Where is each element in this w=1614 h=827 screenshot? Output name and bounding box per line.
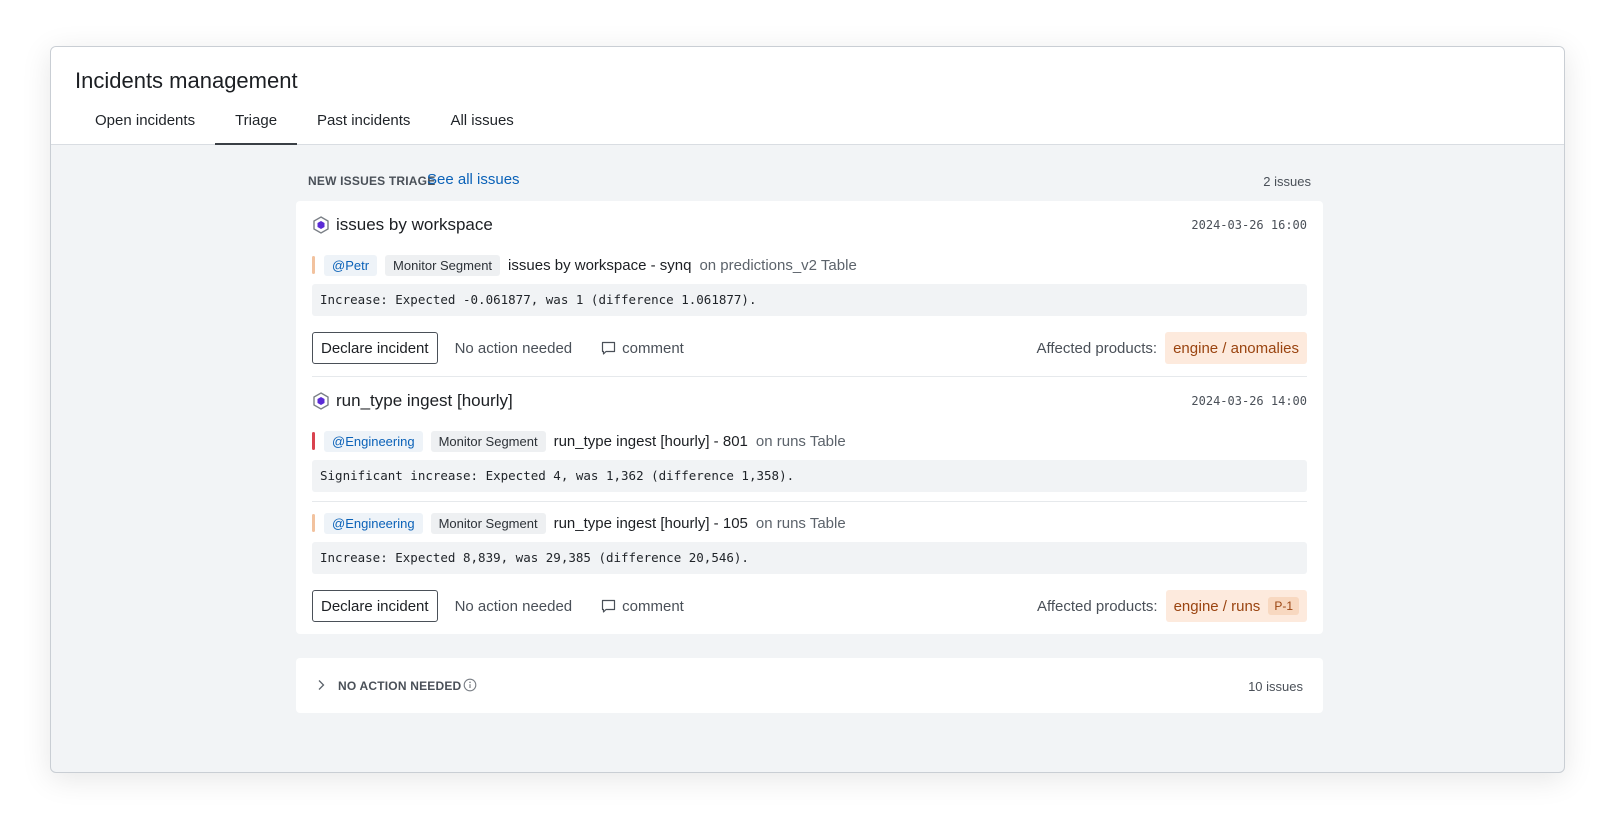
comment-icon — [602, 599, 616, 613]
group-actions: Declare incident No action needed commen… — [312, 590, 1307, 622]
comment-label: comment — [622, 339, 684, 357]
triage-section-header: NEW ISSUES TRIAGE See all issues 2 issue… — [296, 145, 1323, 201]
affected-products-label: Affected products: — [1036, 597, 1158, 615]
triage-content: NEW ISSUES TRIAGE See all issues 2 issue… — [296, 145, 1323, 713]
triage-card: issues by workspace 2024-03-26 16:00 @Pe… — [296, 201, 1323, 634]
owner-tag[interactable]: @Engineering — [324, 430, 423, 452]
product-name: engine / anomalies — [1173, 339, 1299, 357]
owner-tag[interactable]: @Petr — [324, 254, 378, 276]
segment-tag: Monitor Segment — [385, 254, 501, 276]
affected-products-label: Affected products: — [1036, 339, 1158, 357]
page-title: Incidents management — [75, 68, 298, 93]
issue-group: issues by workspace 2024-03-26 16:00 @Pe… — [312, 201, 1307, 377]
group-timestamp: 2024-03-26 14:00 — [1191, 394, 1307, 408]
page-header: Incidents management Open incidents Tria… — [51, 47, 1564, 145]
product-name: engine / runs — [1173, 597, 1261, 615]
issue-count: 2 issues — [1263, 174, 1311, 189]
group-title[interactable]: run_type ingest [hourly] — [336, 391, 513, 411]
issue-name[interactable]: issues by workspace - synq — [508, 257, 691, 274]
comment-button[interactable]: comment — [601, 598, 684, 615]
issue-group: run_type ingest [hourly] 2024-03-26 14:0… — [312, 377, 1307, 634]
no-action-needed-button[interactable]: No action needed — [455, 340, 573, 357]
incidents-window: Incidents management Open incidents Tria… — [50, 46, 1565, 773]
comment-label: comment — [622, 597, 684, 615]
comment-button[interactable]: comment — [601, 340, 684, 357]
severity-indicator — [312, 432, 315, 450]
issue-target: on runs Table — [755, 514, 846, 532]
declare-incident-button[interactable]: Declare incident — [312, 590, 438, 622]
product-badge[interactable]: engine / runs P-1 — [1165, 590, 1307, 622]
issue-target: on runs Table — [755, 432, 846, 450]
no-action-needed-label: NO ACTION NEEDED — [338, 679, 462, 693]
section-label: NEW ISSUES TRIAGE — [308, 174, 436, 188]
group-actions: Declare incident No action needed commen… — [312, 332, 1307, 364]
affected-products: Affected products: engine / runs P-1 — [1037, 590, 1307, 622]
hexagon-monitor-icon — [313, 392, 329, 410]
see-all-issues-link[interactable]: See all issues — [427, 171, 520, 188]
issue-name[interactable]: run_type ingest [hourly] - 105 — [554, 515, 748, 532]
affected-products: Affected products: engine / anomalies — [1036, 332, 1307, 364]
product-badge[interactable]: engine / anomalies — [1165, 332, 1307, 364]
issue-item: @Engineering Monitor Segment run_type in… — [312, 412, 1307, 492]
chevron-right-icon[interactable] — [316, 679, 326, 691]
issue-item: @Engineering Monitor Segment run_type in… — [312, 501, 1307, 574]
issue-message: Significant increase: Expected 4, was 1,… — [312, 460, 1307, 492]
priority-badge: P-1 — [1268, 597, 1299, 615]
issue-item: @Petr Monitor Segment issues by workspac… — [312, 236, 1307, 316]
tab-bar: Open incidents Triage Past incidents All… — [75, 111, 534, 145]
no-action-needed-section[interactable]: NO ACTION NEEDED 10 issues — [296, 658, 1323, 713]
group-title[interactable]: issues by workspace — [336, 215, 493, 235]
tab-past-incidents[interactable]: Past incidents — [297, 111, 430, 145]
issue-name[interactable]: run_type ingest [hourly] - 801 — [554, 433, 748, 450]
issue-message: Increase: Expected -0.061877, was 1 (dif… — [312, 284, 1307, 316]
severity-indicator — [312, 514, 315, 532]
tab-triage[interactable]: Triage — [215, 111, 298, 145]
owner-tag[interactable]: @Engineering — [324, 512, 423, 534]
info-icon[interactable] — [463, 678, 477, 692]
group-timestamp: 2024-03-26 16:00 — [1191, 218, 1307, 232]
issue-target: on predictions_v2 Table — [699, 256, 857, 274]
severity-indicator — [312, 256, 315, 274]
no-action-count: 10 issues — [1248, 679, 1303, 694]
segment-tag: Monitor Segment — [430, 430, 546, 452]
issue-message: Increase: Expected 8,839, was 29,385 (di… — [312, 542, 1307, 574]
declare-incident-button[interactable]: Declare incident — [312, 332, 438, 364]
tab-all-issues[interactable]: All issues — [430, 111, 533, 145]
segment-tag: Monitor Segment — [430, 512, 546, 534]
tab-open-incidents[interactable]: Open incidents — [75, 111, 215, 145]
comment-icon — [602, 341, 616, 355]
hexagon-monitor-icon — [313, 216, 329, 234]
no-action-needed-button[interactable]: No action needed — [455, 598, 573, 615]
